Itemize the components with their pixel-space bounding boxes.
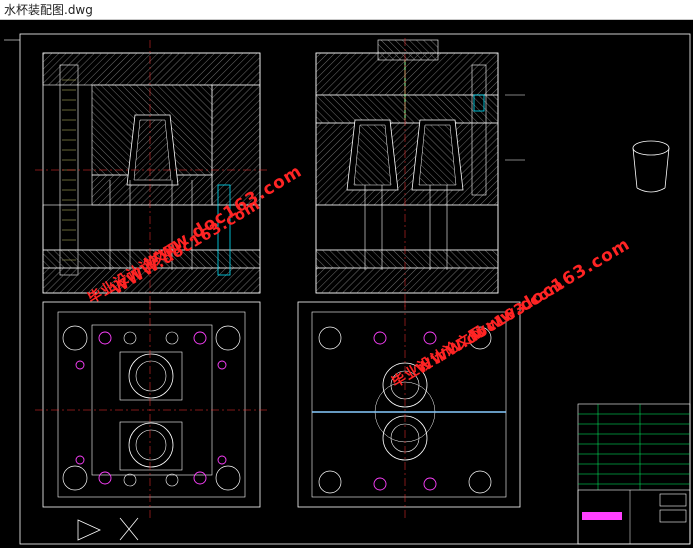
window-title-bar: 水杯装配图.dwg xyxy=(0,0,693,20)
projection-symbol xyxy=(77,517,139,541)
cup-isometric-view xyxy=(632,140,670,193)
window-title: 水杯装配图.dwg xyxy=(4,3,93,17)
left-plan-view xyxy=(35,301,270,520)
title-block xyxy=(577,403,691,545)
cad-drawing-canvas[interactable]: www.doc163.com 毕业设计论文网 WWW.doc163.com ww… xyxy=(0,20,693,548)
right-section-view xyxy=(315,38,525,310)
